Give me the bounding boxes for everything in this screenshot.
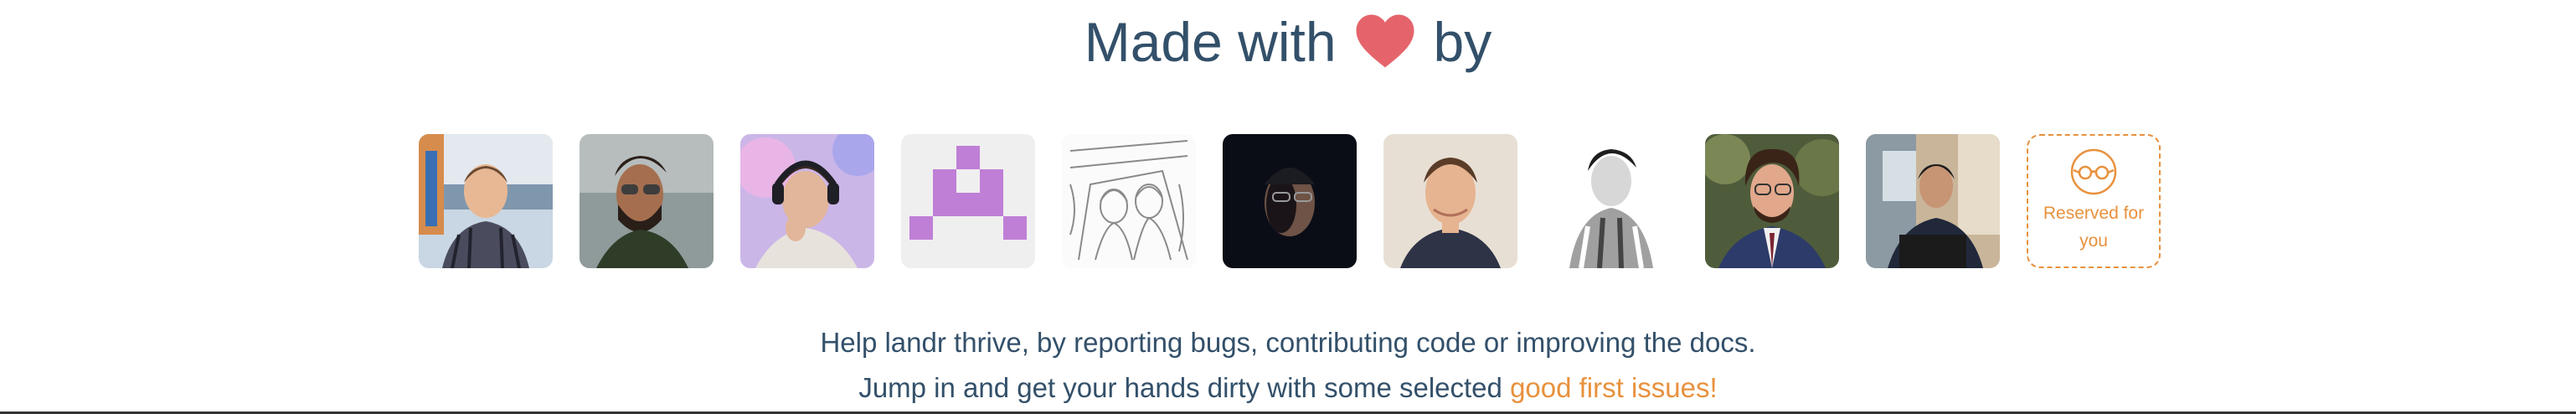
contributor-avatar-5[interactable] <box>1062 134 1196 268</box>
avatar-photo <box>740 134 874 268</box>
avatar-identicon <box>901 134 1035 268</box>
contributor-avatar-10[interactable] <box>1866 134 2000 268</box>
description-line-2-text: Jump in and get your hands dirty with so… <box>858 372 1511 403</box>
contributors-section: Made with by Reserved for you Help landr… <box>0 0 2576 414</box>
reserved-label: Reserved for you <box>2043 204 2145 251</box>
description-line-1: Help landr thrive, by reporting bugs, co… <box>820 327 1756 358</box>
avatar-photo <box>1866 134 2000 268</box>
avatar-photo <box>580 134 714 268</box>
good-first-issues-link[interactable]: good first issues! <box>1510 372 1718 403</box>
contributor-avatar-7[interactable] <box>1383 134 1517 268</box>
avatar-photo <box>1383 134 1517 268</box>
contributor-avatar-3[interactable] <box>740 134 874 268</box>
avatar-photo <box>419 134 553 268</box>
contributor-avatar-2[interactable] <box>580 134 714 268</box>
avatar-photo <box>1544 134 1678 268</box>
heart-icon <box>1356 14 1414 68</box>
avatar-photo <box>1223 134 1357 268</box>
avatar-photo <box>1705 134 1839 268</box>
section-heading: Made with by <box>0 5 2576 79</box>
contributor-avatar-1[interactable] <box>419 134 553 268</box>
contributor-avatar-8[interactable] <box>1544 134 1678 268</box>
description-line-2: Jump in and get your hands dirty with so… <box>0 372 2576 404</box>
glasses-icon <box>2070 148 2117 195</box>
contributor-avatar-6[interactable] <box>1223 134 1357 268</box>
heading-suffix: by <box>1433 11 1492 73</box>
reserved-slot[interactable]: Reserved for you <box>2027 134 2161 268</box>
avatar-sketch <box>1062 134 1196 268</box>
contributor-avatar-4[interactable] <box>901 134 1035 268</box>
heading-prefix: Made with <box>1084 11 1337 73</box>
contributor-avatar-9[interactable] <box>1705 134 1839 268</box>
